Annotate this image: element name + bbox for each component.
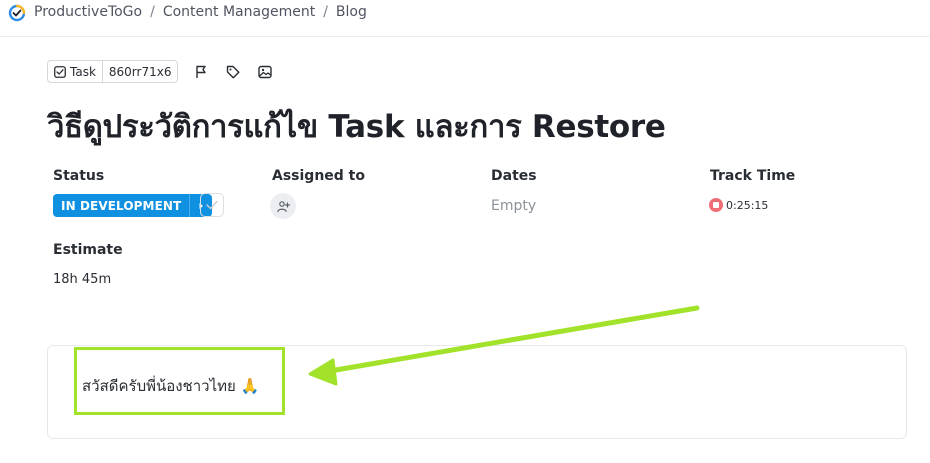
breadcrumb-item-workspace[interactable]: ProductiveToGo (34, 4, 142, 20)
top-bar: ProductiveToGo / Content Management / Bl… (0, 0, 930, 37)
track-time-timer[interactable]: 0:25:15 (709, 198, 768, 212)
dates-value[interactable]: Empty (491, 198, 536, 214)
app-logo-icon[interactable] (8, 4, 26, 22)
breadcrumb-item-space[interactable]: Content Management (163, 4, 315, 20)
task-type[interactable]: Task (48, 61, 102, 82)
flag-icon[interactable] (192, 63, 210, 81)
tag-icon[interactable] (224, 63, 242, 81)
task-id[interactable]: 860rr71x6 (101, 61, 178, 82)
task-toolbar: Task 860rr71x6 (47, 60, 274, 83)
stop-timer-icon[interactable] (709, 198, 723, 212)
track-time-value: 0:25:15 (726, 198, 769, 212)
complete-button[interactable] (200, 193, 224, 217)
estimate-label: Estimate (53, 242, 123, 258)
task-type-label: Task (70, 64, 96, 79)
status-value[interactable]: IN DEVELOPMENT (53, 194, 190, 217)
track-time-label: Track Time (710, 168, 796, 184)
annotation-highlight-box (74, 347, 285, 415)
status-dropdown[interactable]: IN DEVELOPMENT (53, 194, 213, 217)
breadcrumb: ProductiveToGo / Content Management / Bl… (34, 4, 367, 20)
image-icon[interactable] (256, 63, 274, 81)
task-title[interactable]: วิธีดูประวัติการแก้ไข Task และการ Restor… (47, 101, 666, 151)
breadcrumb-separator: / (323, 4, 328, 20)
task-type-chip[interactable]: Task 860rr71x6 (47, 60, 179, 83)
assigned-label: Assigned to (272, 168, 365, 184)
add-assignee-button[interactable] (270, 193, 296, 219)
checkbox-icon (54, 65, 66, 78)
status-label: Status (53, 168, 105, 184)
breadcrumb-item-list[interactable]: Blog (336, 4, 367, 20)
estimate-value[interactable]: 18h 45m (53, 272, 111, 287)
add-user-icon (276, 200, 290, 212)
breadcrumb-separator: / (150, 4, 155, 20)
checkmark-icon (206, 200, 218, 210)
dates-label: Dates (491, 168, 537, 184)
